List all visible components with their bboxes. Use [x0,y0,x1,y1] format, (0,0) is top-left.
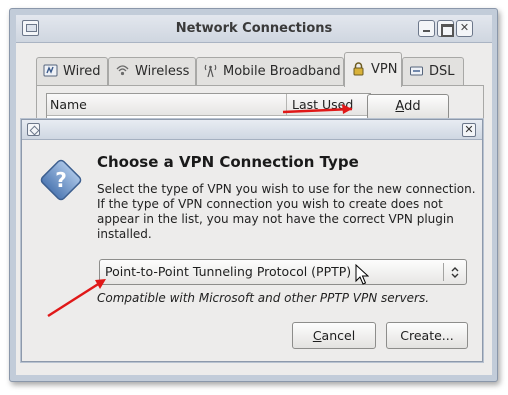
dialog-close-icon[interactable]: ✕ [462,123,476,137]
minimize-icon[interactable] [418,20,435,37]
svg-text:?: ? [55,168,67,192]
add-button-label-rest: dd [404,99,421,114]
tab-wireless[interactable]: Wireless [108,57,196,86]
cancel-button-mnemonic: C [312,328,322,343]
tab-label: Wired [63,64,101,79]
vpn-lock-icon [353,62,364,76]
mobile-broadband-icon [204,64,217,78]
tab-label: Mobile Broadband [223,64,341,79]
dsl-icon [410,66,423,76]
tab-vpn[interactable]: VPN [344,52,402,87]
compatibility-text: Compatible with Microsoft and other PPTP… [97,291,430,305]
close-icon[interactable]: ✕ [456,20,473,37]
dialog-heading: Choose a VPN Connection Type [97,153,359,171]
tab-wired[interactable]: Wired [36,57,108,86]
dialog-menu-icon[interactable] [27,123,40,136]
dialog-titlebar[interactable]: ✕ [22,120,482,140]
vpn-type-select[interactable]: Point-to-Point Tunneling Protocol (PPTP) [99,259,467,285]
tab-label: VPN [371,62,398,77]
maximize-icon[interactable] [437,20,454,37]
select-divider [443,263,444,281]
cancel-button-label-rest: ancel [321,328,356,343]
question-icon: ? [40,159,82,201]
tab-dsl[interactable]: DSL [402,57,464,86]
wired-network-icon [43,64,58,77]
column-header-name[interactable]: Name [47,94,287,116]
cancel-button[interactable]: Cancel [292,322,376,349]
add-button-mnemonic: A [395,99,405,114]
tab-label: Wireless [135,64,190,79]
create-button[interactable]: Create... [386,322,468,349]
tab-label: DSL [429,64,455,79]
mouse-pointer-icon [355,264,369,285]
choose-vpn-type-dialog: ✕ ? Choose a VPN Connection Type Select … [21,119,483,362]
updown-arrows-icon [451,267,459,278]
tab-mobile-broadband[interactable]: Mobile Broadband [196,57,344,86]
add-button[interactable]: Add [367,94,449,120]
window-titlebar[interactable]: Network Connections ✕ [16,15,492,43]
wireless-icon [116,65,129,76]
column-header-last-used[interactable]: Last Used [287,94,372,116]
vpn-type-select-value: Point-to-Point Tunneling Protocol (PPTP) [105,264,352,279]
dialog-description: Select the type of VPN you wish to use f… [97,182,476,241]
